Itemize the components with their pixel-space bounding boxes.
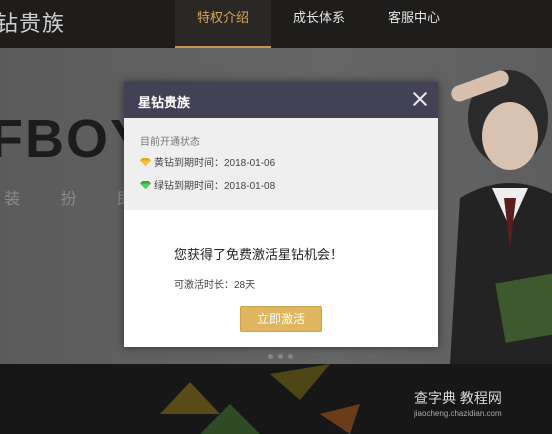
vip-activation-dialog: 星钻贵族 目前开通状态 黄钻到期时间：2018-01-06 绿钻到期时间：201…	[124, 82, 438, 347]
site-watermark: 查字典 教程网 jiaocheng.chazidian.com	[414, 390, 502, 418]
free-activation-message: 您获得了免费激活星钻机会！	[174, 247, 344, 262]
tab-privileges[interactable]: 特权介绍	[175, 0, 271, 48]
dialog-header: 星钻贵族	[124, 82, 438, 118]
carousel-dots[interactable]	[268, 346, 298, 364]
top-nav-bar: 钻贵族 特权介绍 成长体系 客服中心	[0, 0, 552, 48]
yellow-diamond-icon	[140, 158, 151, 167]
membership-status-panel: 目前开通状态 黄钻到期时间：2018-01-06 绿钻到期时间：2018-01-…	[124, 118, 438, 210]
close-icon[interactable]	[412, 91, 428, 107]
celebrity-photo	[450, 70, 552, 364]
tab-customer-service[interactable]: 客服中心	[366, 0, 462, 48]
activation-duration: 可激活时长：28天	[174, 280, 256, 291]
yellow-diamond-status: 黄钻到期时间：2018-01-06	[140, 157, 275, 171]
green-diamond-icon	[140, 181, 151, 190]
green-diamond-status: 绿钻到期时间：2018-01-08	[140, 180, 275, 194]
tab-growth-system[interactable]: 成长体系	[271, 0, 367, 48]
status-heading: 目前开通状态	[140, 137, 200, 148]
dialog-title: 星钻贵族	[138, 95, 191, 110]
brand-logo-text: 钻贵族	[0, 11, 66, 36]
activate-now-button[interactable]: 立即激活	[240, 306, 322, 332]
